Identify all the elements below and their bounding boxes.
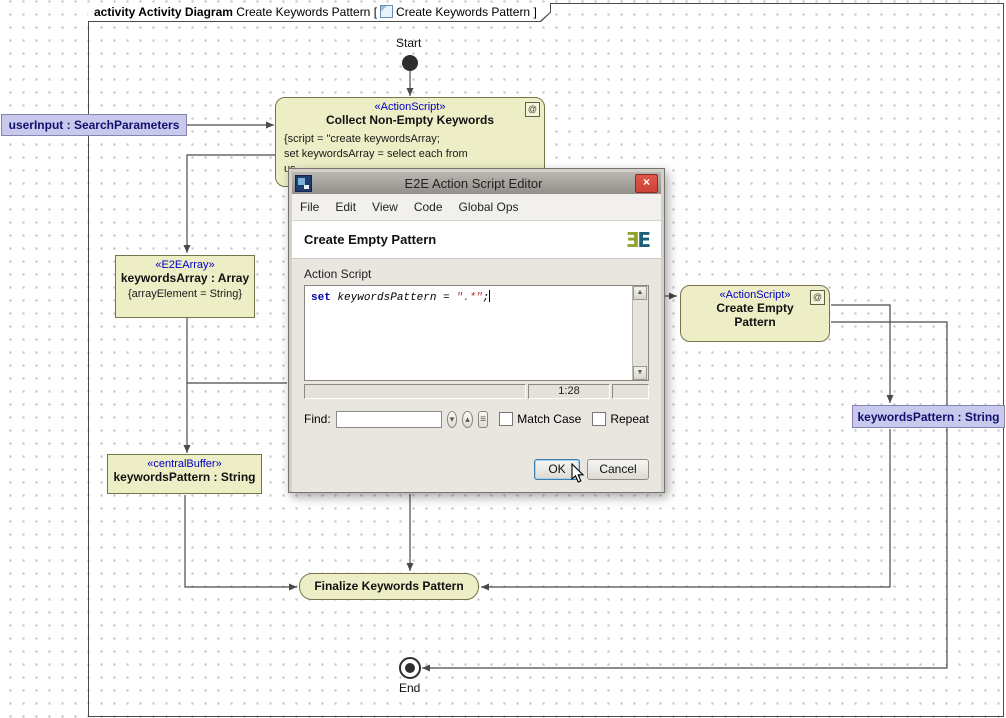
array-tag: {arrayElement = String} — [116, 288, 254, 300]
menu-code[interactable]: Code — [406, 197, 451, 217]
action-create-empty-pattern[interactable]: «ActionScript» Create Empty Pattern @ — [680, 285, 830, 342]
buffer-stereotype: «centralBuffer» — [108, 458, 261, 470]
create-empty-stereotype: «ActionScript» — [681, 289, 829, 301]
collect-script-line: set keywordsArray = select each from — [284, 147, 536, 162]
action-finalize[interactable]: Finalize Keywords Pattern — [299, 573, 479, 600]
dialog-body: Action Script set keywordsPattern = ".*"… — [292, 259, 661, 492]
find-bar: Find: ▾ ▴ ≡ Match Case Repeat — [304, 408, 649, 430]
menu-file[interactable]: File — [292, 197, 327, 217]
find-label: Find: — [304, 412, 331, 426]
status-cursor-position: 1:28 — [528, 384, 610, 399]
node-keywords-array[interactable]: «E2EArray» keywordsArray : Array {arrayE… — [115, 255, 255, 318]
end-node[interactable] — [399, 657, 421, 679]
e2e-logo-icon: ƎE — [626, 228, 649, 252]
scroll-down-icon[interactable]: ▼ — [633, 366, 647, 380]
menu-edit[interactable]: Edit — [327, 197, 364, 217]
script-adornment-icon: @ — [810, 290, 825, 305]
finalize-title: Finalize Keywords Pattern — [300, 574, 478, 599]
find-next-icon[interactable]: ▾ — [447, 411, 458, 428]
collect-stereotype: «ActionScript» — [276, 101, 544, 113]
dialog-titlebar[interactable]: E2E Action Script Editor × — [292, 172, 661, 194]
start-node[interactable] — [402, 55, 418, 71]
start-label: Start — [396, 36, 421, 50]
flow-buffer-to-finalize — [185, 495, 297, 587]
close-button[interactable]: × — [635, 174, 658, 193]
flow-create-empty-to-pattern — [831, 305, 890, 403]
action-script-label: Action Script — [304, 267, 649, 281]
find-input[interactable] — [336, 411, 442, 428]
dialog-buttons: OK Cancel — [304, 459, 649, 480]
find-previous-icon[interactable]: ▴ — [462, 411, 473, 428]
code-string: ".*" — [456, 292, 482, 304]
cancel-button[interactable]: Cancel — [587, 459, 649, 480]
dialog-header-title: Create Empty Pattern — [304, 232, 626, 247]
match-case-checkbox[interactable] — [499, 412, 513, 426]
node-central-buffer[interactable]: «centralBuffer» keywordsPattern : String — [107, 454, 262, 494]
repeat-checkbox[interactable] — [592, 412, 606, 426]
param-user-input[interactable]: userInput : SearchParameters — [1, 114, 187, 136]
create-empty-title-line2: Pattern — [681, 315, 829, 329]
array-title: keywordsArray : Array — [116, 271, 254, 285]
param-keywords-pattern[interactable]: keywordsPattern : String — [852, 405, 1005, 428]
menu-view[interactable]: View — [364, 197, 406, 217]
array-stereotype: «E2EArray» — [116, 259, 254, 271]
code-semicolon: ; — [483, 292, 490, 304]
buffer-title: keywordsPattern : String — [108, 470, 261, 484]
scrollbar[interactable]: ▲ ▼ — [632, 286, 648, 380]
script-adornment-icon: @ — [525, 102, 540, 117]
create-empty-title-line1: Create Empty — [681, 301, 829, 315]
dialog-header: Create Empty Pattern ƎE — [292, 221, 661, 259]
code-editor[interactable]: set keywordsPattern = ".*"; ▲ ▼ — [304, 285, 649, 381]
end-label: End — [399, 681, 420, 695]
editor-statusbar: 1:28 — [304, 384, 649, 399]
code-text: keywordsPattern = — [331, 292, 456, 304]
dialog-title: E2E Action Script Editor — [312, 176, 635, 191]
dialog-menubar: File Edit View Code Global Ops — [292, 194, 661, 221]
status-cell-left — [304, 384, 526, 399]
text-caret — [489, 290, 490, 302]
diagram-canvas: activity Activity Diagram Create Keyword… — [0, 0, 1006, 718]
find-options-icon[interactable]: ≡ — [478, 411, 489, 428]
app-icon — [295, 175, 312, 192]
scroll-up-icon[interactable]: ▲ — [633, 286, 647, 300]
repeat-label: Repeat — [610, 412, 649, 426]
end-node-dot — [405, 663, 415, 673]
match-case-label: Match Case — [517, 412, 581, 426]
code-keyword: set — [311, 292, 331, 304]
collect-script-line: {script = "create keywordsArray; — [284, 132, 536, 147]
status-cell-right — [612, 384, 649, 399]
mouse-cursor — [571, 463, 587, 485]
collect-title: Collect Non-Empty Keywords — [276, 113, 544, 127]
flow-collect-to-array — [187, 155, 275, 253]
menu-global-ops[interactable]: Global Ops — [451, 197, 527, 217]
action-script-editor-dialog: E2E Action Script Editor × File Edit Vie… — [288, 168, 665, 493]
